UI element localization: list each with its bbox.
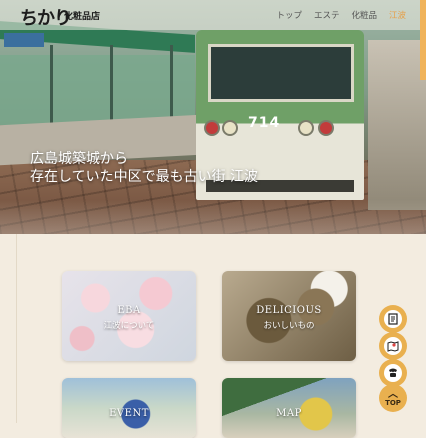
tram-lamp (298, 120, 314, 136)
map-button[interactable] (379, 332, 407, 360)
hero-caption-line2: 存在していた中区で最も古い街 江波 (30, 169, 259, 185)
nav-item-top[interactable]: トップ (276, 9, 302, 21)
tram-number: 714 (248, 115, 281, 131)
phone-button[interactable] (379, 359, 407, 387)
nav-item-esthe[interactable]: エステ (314, 9, 340, 21)
hero-caption: 広島城築城から 存在していた中区で最も古い街 江波 (30, 150, 258, 186)
content-divider (16, 234, 17, 423)
hero-fade (0, 200, 426, 234)
card-eba[interactable]: EBA 江波について (62, 271, 196, 361)
phone-icon (384, 364, 402, 382)
tram-stop-shelter (0, 55, 195, 125)
logo-text[interactable]: 化粧品店 (64, 9, 100, 22)
chevron-up-icon: ︿ (388, 388, 398, 400)
card-event[interactable]: EVENT (62, 378, 196, 438)
card-delicious-title: DELICIOUS (256, 305, 322, 316)
card-delicious[interactable]: DELICIOUS おいしいもの (222, 271, 356, 361)
station-sign (4, 33, 44, 47)
main-nav: トップ エステ 化粧品 江波 (276, 9, 406, 21)
card-eba-title: EBA (117, 305, 141, 316)
tram-lamp (318, 120, 334, 136)
nav-item-eba[interactable]: 江波 (389, 9, 406, 21)
hero-image: 714 広島城築城から 存在していた中区で最も古い街 江波 (0, 0, 426, 234)
scrollbar-thumb[interactable] (420, 0, 426, 80)
menu-book-icon (384, 310, 402, 328)
map-icon (384, 337, 402, 355)
menu-button[interactable] (379, 305, 407, 333)
back-to-top-button[interactable]: ︿ TOP (379, 384, 407, 412)
background-building (368, 40, 426, 210)
nav-item-cosmetics[interactable]: 化粧品 (351, 9, 377, 21)
back-to-top-label: TOP (385, 398, 401, 407)
card-delicious-subtitle: おいしいもの (263, 321, 315, 331)
site-header: ちかり 化粧品店 トップ エステ 化粧品 江波 (0, 0, 426, 30)
tram-lamp (204, 120, 220, 136)
card-eba-subtitle: 江波について (103, 321, 155, 331)
tram-lamp (222, 120, 238, 136)
tram-window (208, 44, 354, 102)
card-event-title: EVENT (109, 408, 149, 419)
card-map[interactable]: MAP (222, 378, 356, 438)
hero-caption-line1: 広島城築城から (30, 151, 128, 167)
card-map-title: MAP (276, 408, 302, 419)
